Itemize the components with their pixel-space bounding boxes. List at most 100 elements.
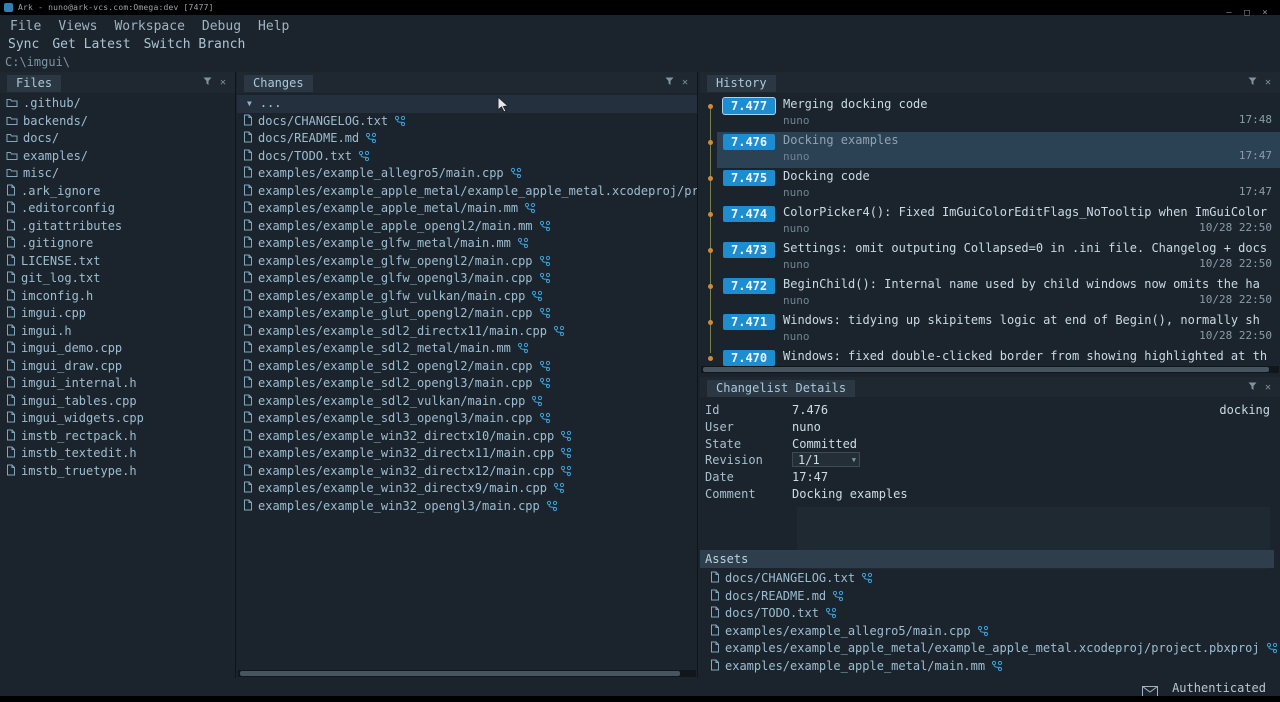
changed-file-row[interactable]: examples/example_apple_metal/example_app… (237, 183, 697, 201)
file-tree-item[interactable]: imgui.cpp (0, 305, 235, 323)
close-panel-icon[interactable]: ✕ (1262, 382, 1274, 394)
assets-header[interactable]: Assets (700, 550, 1274, 568)
file-tree-item[interactable]: imgui_widgets.cpp (0, 410, 235, 428)
changed-file-row[interactable]: examples/example_apple_opengl2/main.mm (237, 218, 697, 236)
toolbar-button-sync[interactable]: Sync (8, 35, 39, 55)
filter-icon[interactable] (663, 77, 675, 89)
changeset-row[interactable]: 7.472BeginChild(): Internal name used by… (700, 276, 1280, 312)
file-path: examples/example_allegro5/main.cpp (725, 624, 971, 638)
changeset-row[interactable]: 7.475Docking codenuno17:47 (700, 168, 1280, 204)
toolbar-button-get-latest[interactable]: Get Latest (52, 35, 130, 55)
changed-file-row[interactable]: examples/example_glfw_opengl3/main.cpp (237, 270, 697, 288)
file-tree-item[interactable]: imconfig.h (0, 288, 235, 306)
file-tree-item[interactable]: imgui_demo.cpp (0, 340, 235, 358)
file-name: imgui_draw.cpp (21, 359, 122, 373)
folder-icon (6, 166, 18, 183)
changed-file-row[interactable]: docs/TODO.txt (700, 605, 1280, 623)
changeset-row[interactable]: 7.476Docking examplesnuno17:47 (700, 132, 1280, 168)
horizontal-scrollbar[interactable] (238, 670, 696, 677)
file-path: examples/example_apple_metal/main.mm (258, 201, 518, 215)
changed-file-row[interactable]: examples/example_win32_directx11/main.cp… (237, 445, 697, 463)
changeset-row[interactable]: 7.474ColorPicker4(): Fixed ImGuiColorEdi… (700, 204, 1280, 240)
changed-file-row[interactable]: docs/CHANGELOG.txt (700, 570, 1280, 588)
file-tree-item[interactable]: misc/ (0, 165, 235, 183)
file-path: docs/CHANGELOG.txt (258, 114, 388, 128)
changed-file-row[interactable]: examples/example_glfw_metal/main.mm (237, 235, 697, 253)
revision-dropdown[interactable]: 1/1▼ (792, 452, 860, 467)
branch-icon (517, 237, 529, 253)
file-tree-item[interactable]: .github/ (0, 95, 235, 113)
file-tree-item[interactable]: backends/ (0, 113, 235, 131)
file-tree-item[interactable]: examples/ (0, 148, 235, 166)
file-tree-item[interactable]: docs/ (0, 130, 235, 148)
toolbar-button-switch-branch[interactable]: Switch Branch (144, 35, 246, 55)
folder-icon (6, 149, 18, 166)
close-panel-icon[interactable]: ✕ (1262, 77, 1274, 89)
file-path: examples/example_sdl2_vulkan/main.cpp (258, 394, 525, 408)
changed-file-row[interactable]: examples/example_win32_opengl3/main.cpp (237, 498, 697, 516)
file-tree-item[interactable]: .editorconfig (0, 200, 235, 218)
changed-file-row[interactable]: examples/example_win32_directx9/main.cpp (237, 480, 697, 498)
horizontal-scrollbar[interactable] (701, 366, 1279, 373)
changed-file-row[interactable]: examples/example_glut_opengl2/main.cpp (237, 305, 697, 323)
file-tree-item[interactable]: .gitattributes (0, 218, 235, 236)
changes-root-label: ... (260, 96, 282, 110)
close-panel-icon[interactable]: ✕ (679, 77, 691, 89)
changed-file-row[interactable]: examples/example_sdl2_opengl3/main.cpp (237, 375, 697, 393)
branch-icon (553, 482, 565, 498)
changed-file-row[interactable]: examples/example_sdl2_opengl2/main.cpp (237, 358, 697, 376)
file-tree-item[interactable]: LICENSE.txt (0, 253, 235, 271)
changed-file-row[interactable]: examples/example_win32_directx12/main.cp… (237, 463, 697, 481)
changed-file-row[interactable]: examples/example_glfw_vulkan/main.cpp (237, 288, 697, 306)
file-tree-item[interactable]: imgui_draw.cpp (0, 358, 235, 376)
file-tree-item[interactable]: .gitignore (0, 235, 235, 253)
details-fields: Id7.476dockingUsernunoStateCommittedRevi… (700, 402, 1280, 503)
file-tree-item[interactable]: .ark_ignore (0, 183, 235, 201)
branch-icon (510, 167, 522, 183)
workspace-path: C:\imgui\ (5, 55, 70, 69)
changeset-row[interactable]: 7.473Settings: omit outputing Collapsed=… (700, 240, 1280, 276)
changeset-message: Windows: fixed double-clicked border fro… (783, 349, 1278, 363)
changeset-row[interactable]: 7.470Windows: fixed double-clicked borde… (700, 348, 1280, 366)
file-name: .editorconfig (21, 201, 115, 215)
folder-icon (6, 131, 18, 148)
changed-file-row[interactable]: examples/example_allegro5/main.cpp (700, 623, 1280, 641)
changed-file-row[interactable]: examples/example_apple_metal/example_app… (700, 640, 1280, 658)
filter-icon[interactable] (1246, 77, 1258, 89)
file-path: examples/example_sdl2_opengl3/main.cpp (258, 376, 533, 390)
changed-file-row[interactable]: examples/example_sdl2_vulkan/main.cpp (237, 393, 697, 411)
scrollbar-thumb[interactable] (703, 367, 1269, 372)
changed-file-row[interactable]: examples/example_win32_directx10/main.cp… (237, 428, 697, 446)
changed-file-row[interactable]: docs/README.md (237, 130, 697, 148)
file-path: examples/example_sdl2_directx11/main.cpp (258, 324, 547, 338)
changed-file-row[interactable]: docs/TODO.txt (237, 148, 697, 166)
close-panel-icon[interactable]: ✕ (217, 77, 229, 89)
file-tree-item[interactable]: imstb_textedit.h (0, 445, 235, 463)
changed-file-row[interactable]: examples/example_allegro5/main.cpp (237, 165, 697, 183)
filter-icon[interactable] (201, 77, 213, 89)
scrollbar-thumb[interactable] (240, 671, 680, 676)
branch-icon (832, 590, 844, 606)
changed-file-row[interactable]: examples/example_glfw_opengl2/main.cpp (237, 253, 697, 271)
changed-file-row[interactable]: examples/example_apple_metal/main.mm (237, 200, 697, 218)
changeset-row[interactable]: 7.477Merging docking codenuno17:48 (700, 96, 1280, 132)
file-path: examples/example_apple_metal/main.mm (725, 659, 985, 673)
file-tree-item[interactable]: imstb_truetype.h (0, 463, 235, 481)
changed-file-row[interactable]: docs/README.md (700, 588, 1280, 606)
changed-file-row[interactable]: examples/example_sdl3_opengl3/main.cpp (237, 410, 697, 428)
changed-file-row[interactable]: examples/example_sdl2_metal/main.mm (237, 340, 697, 358)
file-tree-item[interactable]: imgui_internal.h (0, 375, 235, 393)
file-name: imstb_textedit.h (21, 446, 137, 460)
changes-root-row[interactable]: ▼... (237, 95, 697, 113)
changed-file-row[interactable]: examples/example_apple_metal/main.mm (700, 658, 1280, 676)
file-tree-item[interactable]: git_log.txt (0, 270, 235, 288)
changeset-row[interactable]: 7.471Windows: tidying up skipitems logic… (700, 312, 1280, 348)
document-icon (243, 411, 253, 428)
changed-file-row[interactable]: docs/CHANGELOG.txt (237, 113, 697, 131)
file-tree-item[interactable]: imgui.h (0, 323, 235, 341)
changed-file-row[interactable]: examples/example_sdl2_directx11/main.cpp (237, 323, 697, 341)
file-tree-item[interactable]: imgui_tables.cpp (0, 393, 235, 411)
file-tree-item[interactable]: imstb_rectpack.h (0, 428, 235, 446)
filter-icon[interactable] (1246, 382, 1258, 394)
collapse-arrow-icon[interactable]: ▼ (247, 95, 252, 113)
